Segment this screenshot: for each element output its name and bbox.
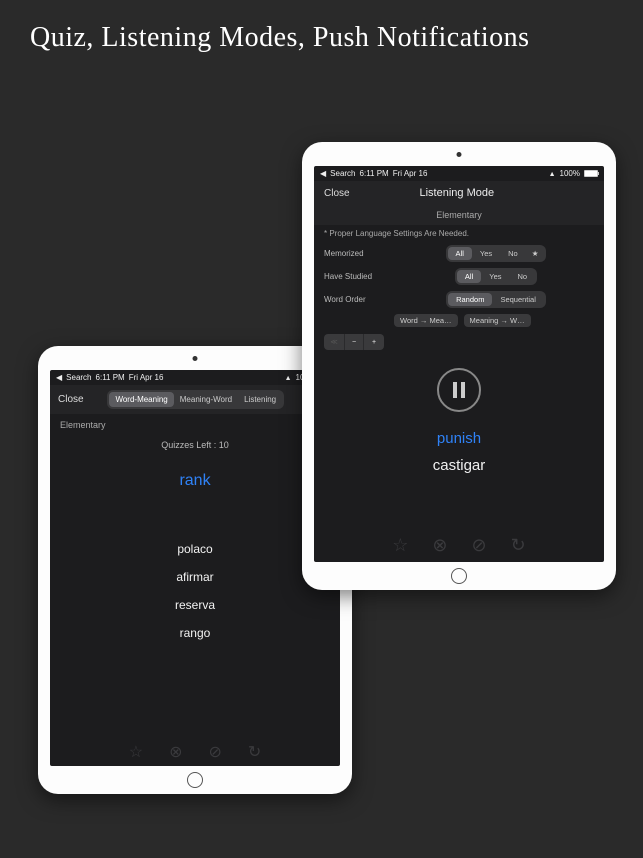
- pause-icon: [453, 382, 465, 398]
- tab-listening[interactable]: Listening: [238, 392, 282, 407]
- seg-all[interactable]: All: [448, 247, 472, 260]
- listening-title: Listening Mode: [350, 187, 564, 199]
- stepper-prev: ≪: [324, 334, 344, 350]
- status-bar: ◀ Search 6:11 PM Fri Apr 16 100%: [50, 370, 340, 385]
- battery-pct: 100%: [560, 169, 580, 178]
- seg-yes[interactable]: Yes: [481, 270, 509, 283]
- ghost-check-icon: ⊘: [208, 742, 221, 762]
- quiz-word: rank: [50, 472, 340, 490]
- stepper-plus[interactable]: +: [364, 334, 384, 350]
- quiz-topbar: Close Word-Meaning Meaning-Word Listenin…: [50, 385, 340, 414]
- status-date: Fri Apr 16: [129, 373, 164, 382]
- listening-header: Close Listening Mode: [314, 181, 604, 205]
- ghost-star-icon: ☆: [392, 535, 408, 556]
- seg-all[interactable]: All: [457, 270, 481, 283]
- seg-no[interactable]: No: [510, 270, 536, 283]
- tab-meaning-word[interactable]: Meaning-Word: [174, 392, 238, 407]
- wifi-icon: [285, 373, 292, 382]
- quiz-count: Quizzes Left : 10 ☆: [50, 440, 340, 450]
- back-app-label[interactable]: Search: [330, 169, 355, 178]
- ghost-arrow-icon: ↻: [511, 535, 526, 556]
- seg-sequential[interactable]: Sequential: [492, 293, 543, 306]
- listening-level: Elementary: [314, 205, 604, 225]
- quiz-option[interactable]: reserva: [175, 598, 215, 612]
- seg-no[interactable]: No: [500, 247, 526, 260]
- label-memorized: Memorized: [324, 249, 388, 258]
- settings-notice: * Proper Language Settings Are Needed.: [314, 225, 604, 242]
- pill-word-meaning[interactable]: Word → Mea…: [394, 314, 458, 327]
- ghost-star-icon: ☆: [129, 742, 143, 762]
- quiz-option[interactable]: rango: [180, 626, 211, 640]
- segmented-studied[interactable]: All Yes No: [455, 268, 537, 285]
- pill-meaning-word[interactable]: Meaning → W…: [464, 314, 531, 327]
- quiz-option[interactable]: afirmar: [176, 570, 213, 584]
- segmented-memorized[interactable]: All Yes No ★: [446, 245, 547, 262]
- ghost-toolbar: ☆ ⊗ ⊘ ↻: [50, 742, 340, 762]
- back-chevron-icon[interactable]: ◀: [320, 169, 326, 178]
- ghost-arrow-icon: ↻: [248, 742, 261, 762]
- quiz-mode-segmented[interactable]: Word-Meaning Meaning-Word Listening: [107, 390, 284, 409]
- row-order: Word Order Random Sequential: [314, 288, 604, 311]
- seg-star[interactable]: ★: [526, 247, 545, 260]
- back-chevron-icon[interactable]: ◀: [56, 373, 62, 382]
- ghost-x-icon: ⊗: [432, 535, 447, 556]
- ghost-check-icon: ⊘: [472, 535, 487, 556]
- listening-meaning: castigar: [314, 457, 604, 474]
- seg-yes[interactable]: Yes: [472, 247, 500, 260]
- back-app-label[interactable]: Search: [66, 373, 91, 382]
- segmented-order[interactable]: Random Sequential: [446, 291, 546, 308]
- pause-button[interactable]: [437, 368, 481, 412]
- hero-title: Quiz, Listening Modes, Push Notification…: [30, 22, 613, 54]
- quiz-count-label: Quizzes Left : 10: [161, 440, 229, 450]
- battery-icon: [584, 170, 598, 177]
- status-time: 6:11 PM: [360, 169, 389, 178]
- status-bar: ◀ Search 6:11 PM Fri Apr 16 100%: [314, 166, 604, 181]
- speed-stepper: ≪ − +: [314, 330, 604, 354]
- row-pills: Word → Mea… Meaning → W…: [314, 311, 604, 330]
- status-date: Fri Apr 16: [393, 169, 428, 178]
- quiz-options: polaco afirmar reserva rango: [50, 542, 340, 640]
- screen-listening: ◀ Search 6:11 PM Fri Apr 16 100% Close L…: [314, 166, 604, 562]
- quiz-option[interactable]: polaco: [177, 542, 212, 556]
- wifi-icon: [549, 169, 556, 178]
- row-studied: Have Studied All Yes No: [314, 265, 604, 288]
- screen-quiz: ◀ Search 6:11 PM Fri Apr 16 100% Close W…: [50, 370, 340, 766]
- ghost-toolbar: ☆ ⊗ ⊘ ↻: [314, 535, 604, 556]
- label-studied: Have Studied: [324, 272, 388, 281]
- listening-word: punish: [314, 430, 604, 447]
- close-button[interactable]: Close: [324, 188, 350, 199]
- status-time: 6:11 PM: [96, 373, 125, 382]
- ipad-listening: ◀ Search 6:11 PM Fri Apr 16 100% Close L…: [302, 142, 616, 590]
- tab-word-meaning[interactable]: Word-Meaning: [109, 392, 173, 407]
- seg-random[interactable]: Random: [448, 293, 492, 306]
- stepper-minus[interactable]: −: [344, 334, 364, 350]
- label-order: Word Order: [324, 295, 388, 304]
- close-button[interactable]: Close: [58, 394, 84, 405]
- quiz-level: Elementary: [50, 414, 340, 436]
- row-memorized: Memorized All Yes No ★: [314, 242, 604, 265]
- ghost-x-icon: ⊗: [169, 742, 182, 762]
